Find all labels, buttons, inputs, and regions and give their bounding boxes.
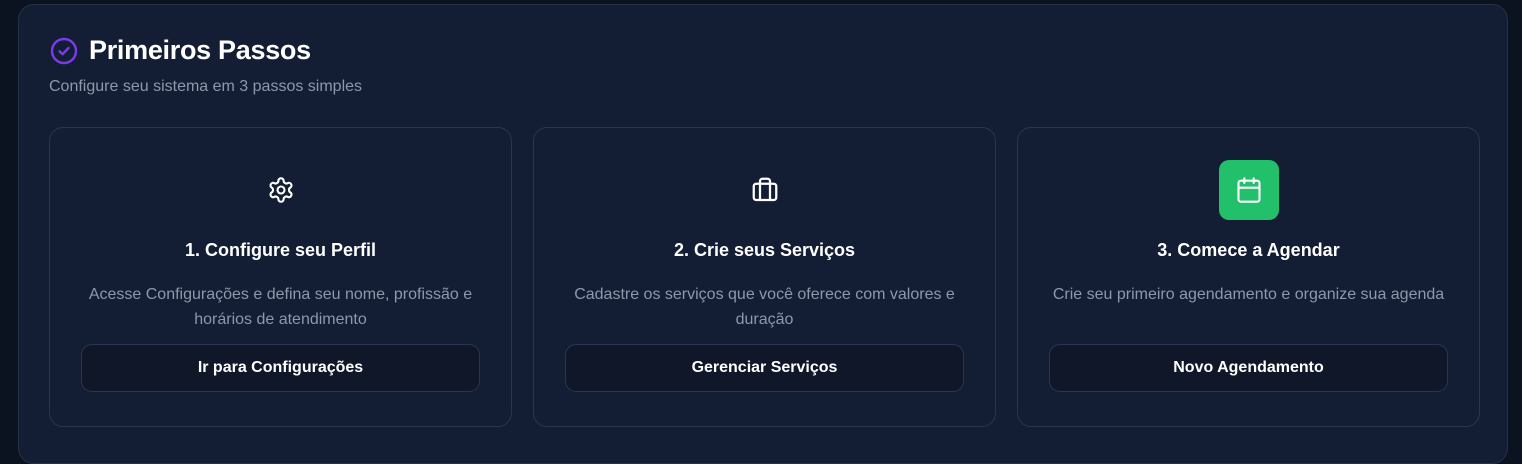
calendar-icon	[1218, 160, 1279, 220]
step-title: 3. Comece a Agendar	[1157, 240, 1340, 260]
section-header: Primeiros Passos Configure seu sistema e…	[49, 35, 362, 96]
go-to-settings-button[interactable]: Ir para Configurações	[81, 344, 480, 392]
page-title: Primeiros Passos	[89, 35, 311, 65]
manage-services-button[interactable]: Gerenciar Serviços	[565, 344, 964, 392]
step-title: 1. Configure seu Perfil	[184, 240, 377, 260]
step-description: Acesse Configurações e defina seu nome, …	[88, 286, 473, 328]
page-subtitle: Configure seu sistema em 3 passos simple…	[49, 78, 363, 95]
getting-started-panel: Primeiros Passos Configure seu sistema e…	[18, 4, 1508, 464]
step-description: Cadastre os serviços que você oferece co…	[574, 286, 955, 328]
briefcase-icon	[735, 160, 795, 220]
step-description: Crie seu primeiro agendamento e organize…	[1052, 286, 1445, 303]
step-title: 2. Crie seus Serviços	[673, 240, 856, 260]
steps-list: 1. Configure seu Perfil Acesse Configura…	[49, 127, 1480, 427]
new-appointment-button[interactable]: Novo Agendamento	[1049, 344, 1448, 392]
check-circle-icon	[49, 36, 79, 66]
title-row: Primeiros Passos	[49, 35, 362, 66]
step-card-profile: 1. Configure seu Perfil Acesse Configura…	[49, 127, 512, 427]
gear-icon	[251, 160, 311, 220]
step-card-services: 2. Crie seus Serviços Cadastre os serviç…	[533, 127, 996, 427]
step-card-schedule: 3. Comece a Agendar Crie seu primeiro ag…	[1017, 127, 1480, 427]
